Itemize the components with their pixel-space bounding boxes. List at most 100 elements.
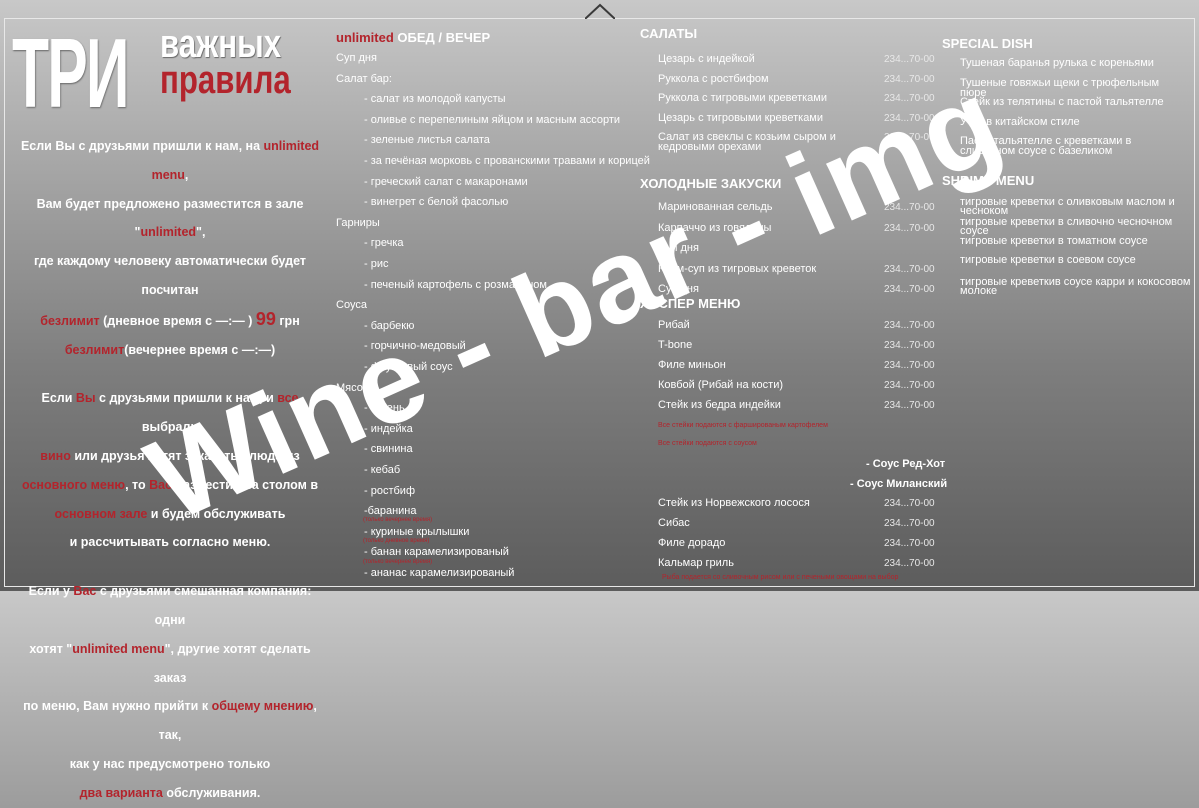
rule-text: Если	[41, 391, 76, 406]
shrimp-item: тигровые креветки в соевом соусе	[960, 254, 1136, 266]
title-big: ТРИ	[12, 18, 130, 128]
fish-item-price: 234...70-00	[884, 498, 935, 509]
fish-item: Стейк из Норвежского лосося	[658, 497, 810, 509]
rule-line: где каждому человеку автоматически будет…	[20, 247, 320, 305]
unlimited-item: - куриные крылышки	[364, 525, 470, 538]
unlimited-item: - салат из молодой капусты	[364, 93, 506, 106]
fish-item: Сибас	[658, 517, 690, 529]
salad-item: Руккола с тигровыми креветками	[658, 92, 827, 104]
rule-paragraph-3: Если у Вас с друзьями смешанная компания…	[20, 577, 320, 807]
unlimited-note: (только вечернее время)	[363, 559, 433, 565]
rule-text: хотят "	[29, 641, 73, 656]
unlimited-item: - ананас карамелизированый	[364, 567, 515, 579]
fish-note: Рыба подается со сливочным рисом или с п…	[662, 574, 899, 581]
unlimited-item: - банан карамелизированый	[364, 546, 509, 559]
rule-line: Вам будет предложено разместится в зале …	[20, 190, 320, 248]
unlimited-note: (только вечернее время)	[363, 517, 433, 523]
rule-text: вино	[40, 448, 71, 463]
rule-text: безлимит	[64, 342, 125, 357]
rule-text: по меню, Вам нужно прийти к	[23, 699, 212, 714]
rule-text: ", другие хотят сделать заказ	[153, 641, 311, 685]
rule-text: unlimited menu	[72, 641, 165, 656]
rule-text: безлимит	[40, 313, 100, 328]
rule-text: Вы	[75, 391, 96, 406]
rule-text: два варианта	[79, 785, 163, 800]
salad-item: Руккола с ростбифом	[658, 72, 769, 85]
rule-text: Вас	[73, 584, 97, 599]
rule-line: хотят "unlimited menu", другие хотят сде…	[20, 635, 320, 693]
salad-item: Цезарь с индейкой	[658, 53, 755, 65]
rule-line: Если у Вас с друзьями смешанная компания…	[20, 577, 320, 635]
rule-text: как у нас предусмотрено только	[69, 756, 271, 771]
unlimited-item: - гречка	[364, 237, 404, 250]
special-item: Тушеные говяжьи щеки с трюфельным пюре	[960, 76, 1160, 99]
special-item: Тушеная баранья рулька с кореньями	[960, 57, 1154, 69]
rule-text: (вечернее время с —:—)	[124, 342, 276, 357]
rule-text: ,	[184, 167, 189, 182]
unlimited-item: - за печёная морковь с прованскими трава…	[364, 155, 650, 167]
unlimited-item: - греческий салат с макаронами	[364, 175, 528, 188]
rule-line: два варианта обслуживания.	[20, 779, 320, 808]
steak-item: Филе миньон	[658, 359, 726, 371]
rule-text: Если Вы с друзьями пришли к нам, на	[20, 139, 264, 153]
steak-item-price: 234...70-00	[884, 320, 935, 331]
rule-text: грн	[275, 313, 300, 328]
rule-line: как у нас предусмотрено только	[20, 750, 320, 779]
unlimited-item: - винегрет с белой фасолью	[364, 196, 509, 209]
rule-text: и рассчитывать согласно меню.	[69, 535, 271, 550]
unlimited-item: - ростбиф	[364, 484, 415, 497]
steak-item: Стейк из бедра индейки	[658, 399, 781, 411]
rule-text: (дневное время с —:— )	[99, 313, 256, 328]
fish-item: Кальмар гриль	[658, 557, 734, 569]
rule-text: ",	[196, 225, 206, 240]
rule-text: общему мнению	[211, 699, 314, 714]
sauce-milan: - Соус Миланский	[850, 478, 948, 490]
rule-line: Если Вы с друзьями пришли к нам, на unli…	[20, 132, 320, 190]
steak-note-1: Все стейки подаются с фаршированым карто…	[658, 422, 828, 429]
fish-item: Филе дорадо	[658, 537, 726, 549]
shrimp-item: тигровые креветки в сливочно чесночном с…	[960, 216, 1173, 237]
unlimited-header: unlimited ОБЕД / ВЕЧЕР	[336, 30, 490, 45]
shrimp-item: тигровые креветкив соусе карри и кокосов…	[960, 276, 1191, 297]
steak-item-price: 234...70-00	[884, 340, 935, 351]
rule-paragraph-1: Если Вы с друзьями пришли к нам, на unli…	[20, 132, 320, 364]
salads-header: САЛАТЫ	[640, 26, 698, 41]
special-header: SPECIAL DISH	[942, 36, 1033, 51]
rule-text: Если у	[28, 584, 74, 599]
steak-item: T-bone	[658, 339, 693, 351]
salad-item-price: 234...70-00	[884, 54, 935, 65]
shrimp-item: тигровые креветки с оливковым маслом и ч…	[960, 196, 1175, 217]
rule-text: , то	[125, 477, 150, 492]
unlimited-item: Суп дня	[336, 52, 377, 64]
frame-notch	[585, 3, 615, 19]
rule-line: по меню, Вам нужно прийти к общему мнени…	[20, 692, 320, 750]
fish-item-price: 234...70-00	[884, 518, 935, 529]
unlimited-item: Гарниры	[336, 216, 380, 229]
cold-item-price: 234...70-00	[884, 263, 935, 275]
rule-text: unlimited	[140, 225, 197, 240]
rule-text: где каждому человеку автоматически будет…	[33, 254, 307, 297]
unlimited-header-red: unlimited	[336, 30, 394, 45]
special-item: Стейк из телятины с пастой тальятелле	[960, 96, 1164, 108]
steak-item-price: 234...70-00	[884, 360, 935, 371]
unlimited-item: - зеленые листья салата	[364, 134, 490, 147]
rule-line: и рассчитывать согласно меню.	[20, 528, 320, 557]
rule-text: основном зале	[54, 506, 148, 521]
cold-item-price: 234...70-00	[884, 284, 935, 295]
unlimited-item: - рис	[364, 258, 389, 270]
unlimited-item: - оливье с перепелиным яйцом и масным ас…	[364, 113, 621, 126]
sauce-red-hot: - Соус Ред-Хот	[866, 458, 946, 470]
unlimited-item: Соуса	[336, 299, 367, 312]
steak-note-2: Все стейки подаются с соусом	[658, 440, 757, 447]
steak-item-price: 234...70-00	[884, 380, 935, 391]
title-line-2: правила	[160, 58, 291, 102]
rule-text: обслуживания.	[162, 785, 261, 800]
steak-item: Ковбой (Рибай на кости)	[658, 379, 784, 391]
unlimited-header-text: ОБЕД / ВЕЧЕР	[397, 30, 491, 45]
steak-item-price: 234...70-00	[884, 400, 935, 411]
rule-line: безлимит (дневное время с —:— ) 99 грн	[20, 305, 320, 336]
unlimited-item: Салат бар:	[336, 72, 392, 85]
shrimp-item: тигровые креветки в томатном соусе	[960, 235, 1148, 247]
unlimited-note: (только дневное время)	[363, 538, 430, 544]
rule-text: 99	[255, 308, 276, 329]
